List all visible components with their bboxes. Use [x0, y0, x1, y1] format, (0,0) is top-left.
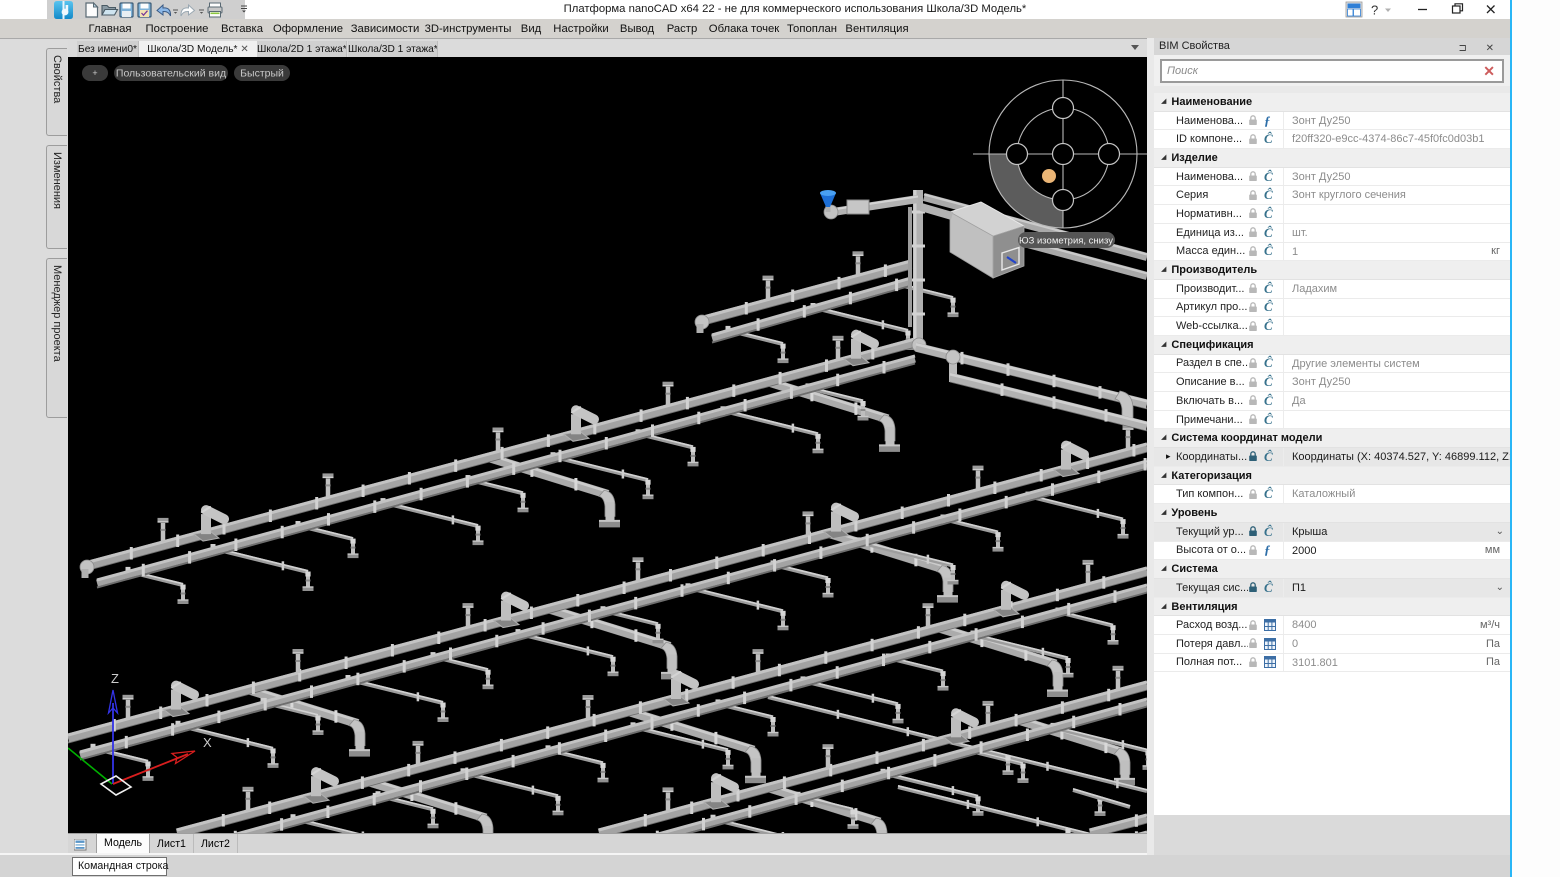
svg-text:Быстрый: Быстрый — [240, 68, 284, 80]
svg-text:+: + — [92, 68, 97, 78]
svg-text:?: ? — [1371, 3, 1378, 18]
svg-text:X: X — [203, 735, 212, 750]
svg-text:Пользовательский вид: Пользовательский вид — [116, 68, 226, 80]
svg-text:ЮЗ изометрия, снизу: ЮЗ изометрия, снизу — [1019, 236, 1113, 247]
svg-text:Z: Z — [111, 671, 119, 686]
